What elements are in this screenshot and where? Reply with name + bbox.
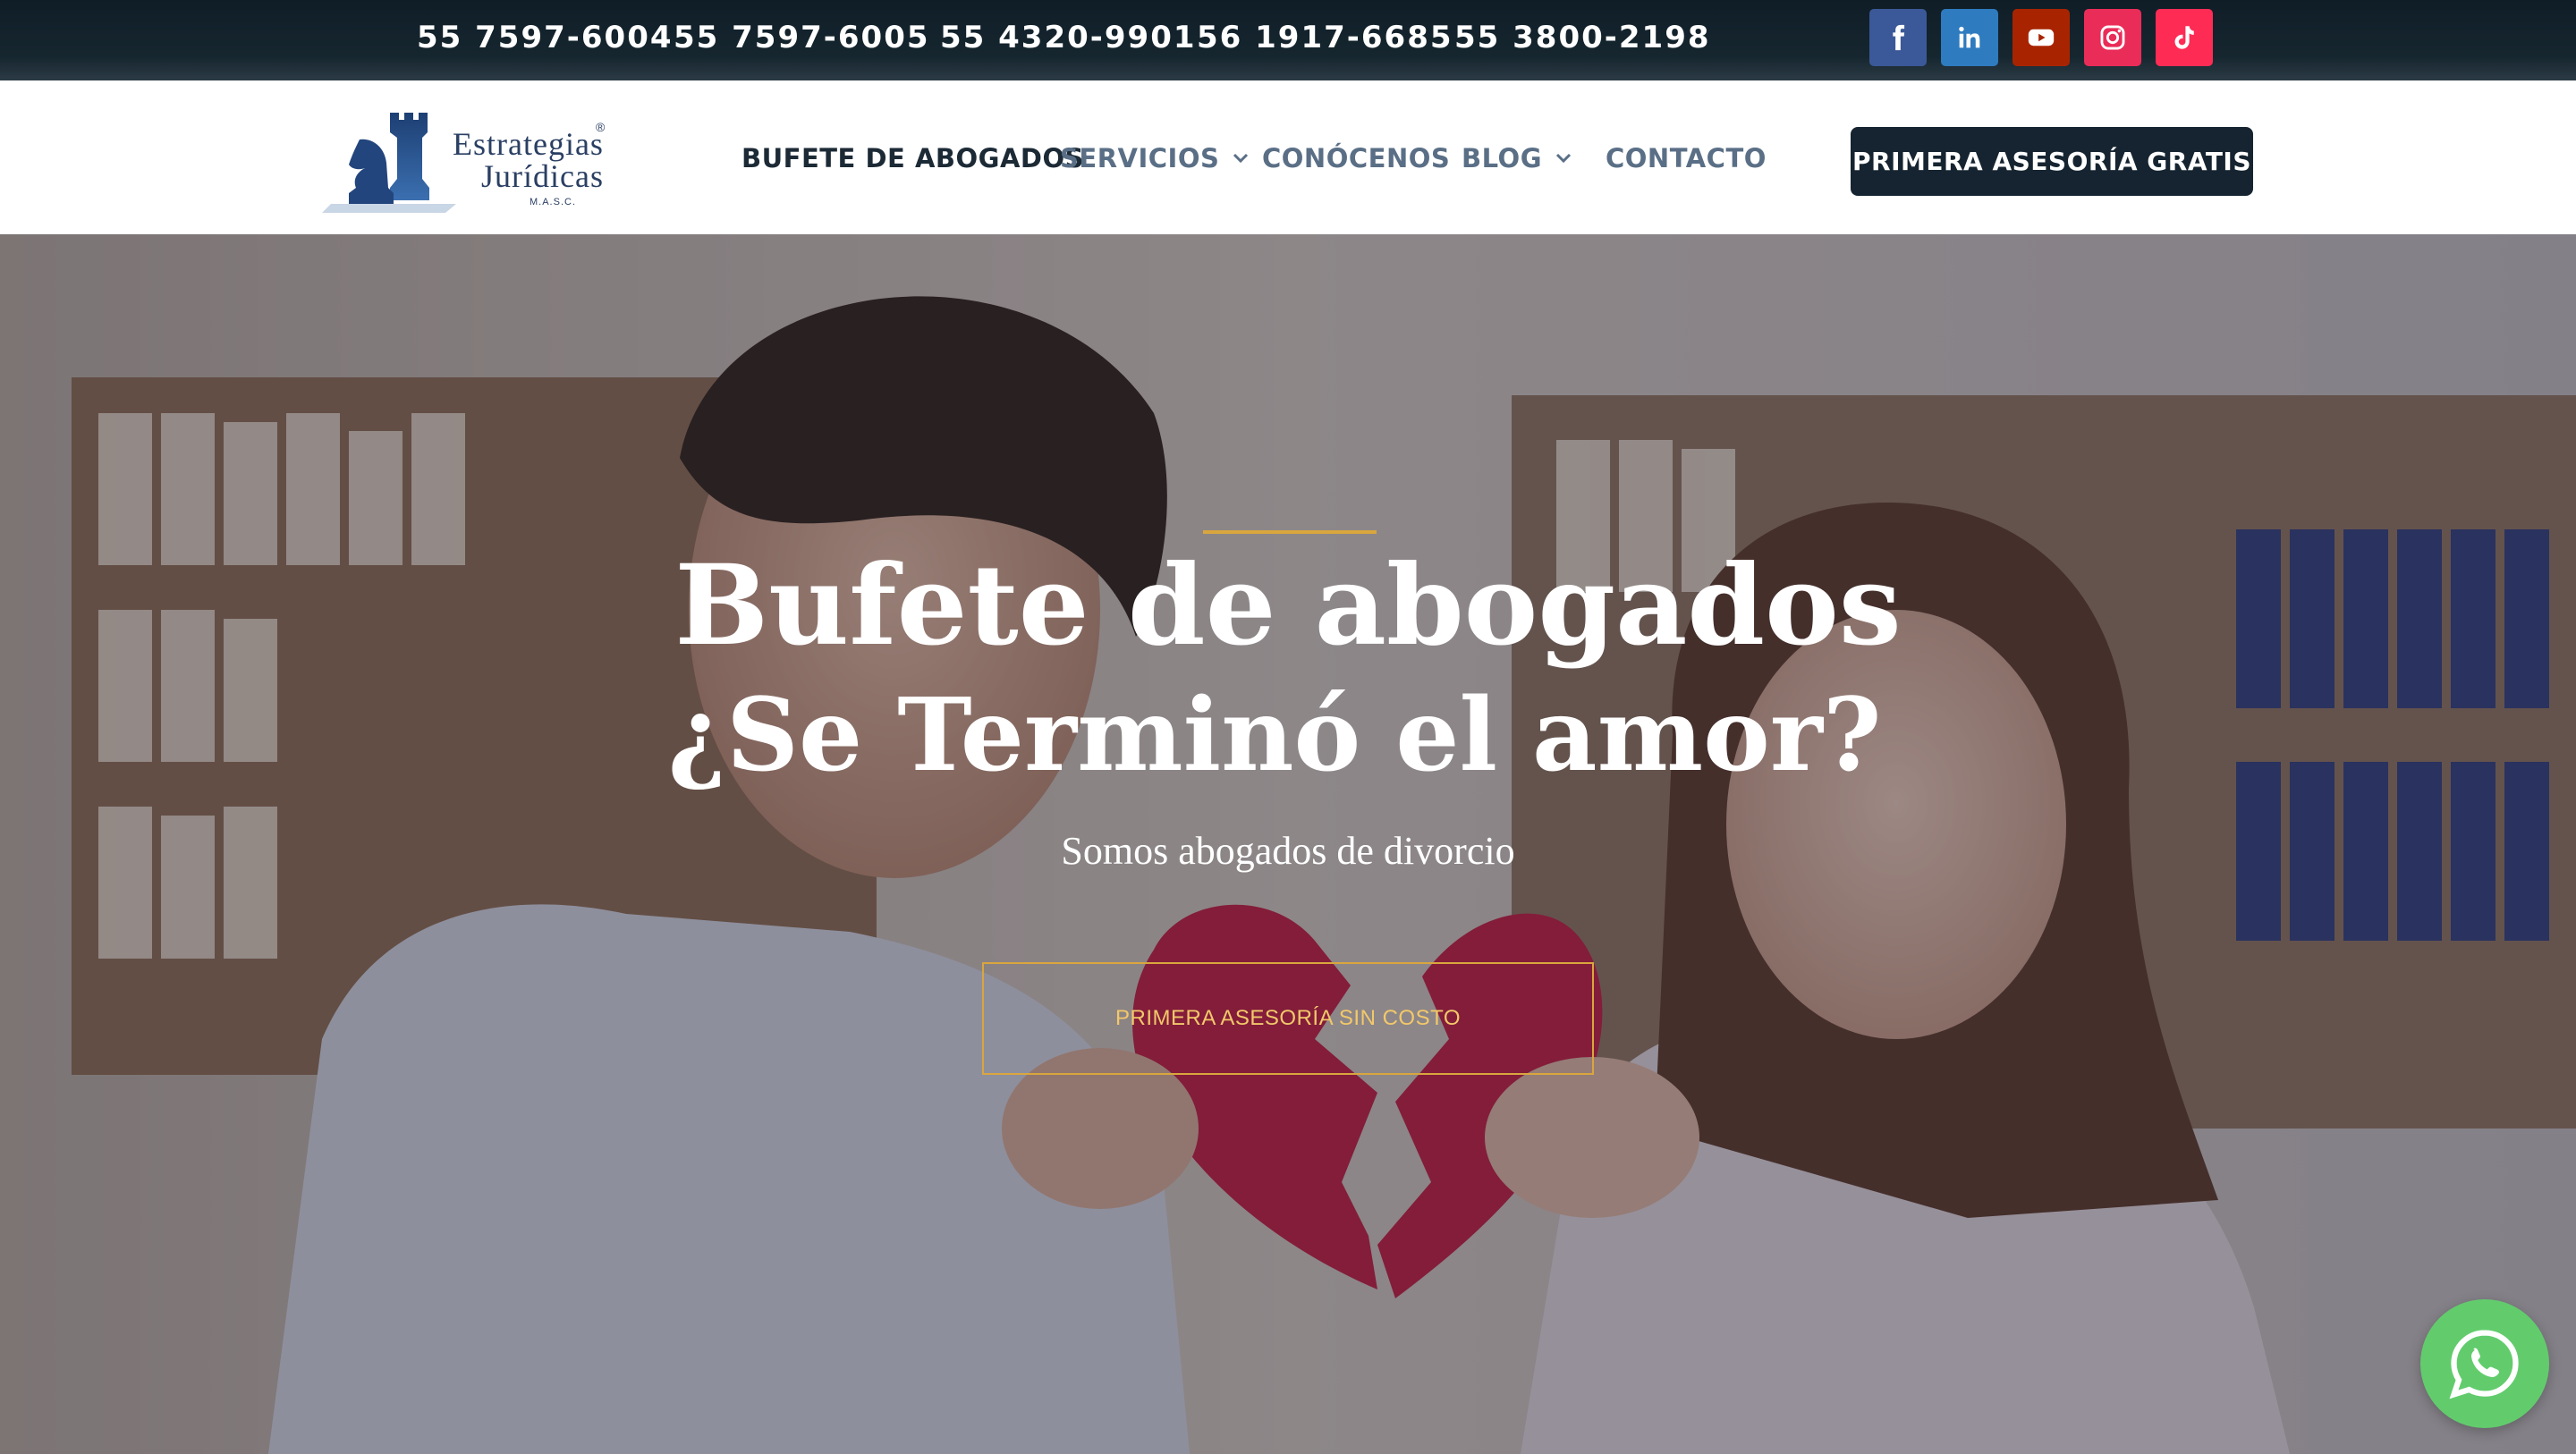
nav-contacto[interactable]: CONTACTO: [1606, 143, 1767, 173]
hero-tagline: Somos abogados de divorcio: [1061, 829, 1515, 873]
site-header: Estrategias ® Jurídicas M.A.S.C. BUFETE …: [0, 80, 2576, 234]
nav-label: BLOG: [1462, 143, 1543, 173]
nav-blog[interactable]: BLOG: [1462, 143, 1572, 173]
social-links: [1869, 9, 2227, 68]
instagram-icon[interactable]: [2084, 9, 2141, 66]
facebook-icon[interactable]: [1869, 9, 1927, 66]
phone-link[interactable]: 55 7597-6005: [674, 20, 930, 55]
phone-link[interactable]: 56 1917-6685: [1197, 20, 1453, 55]
hero-title: Bufete de abogados: [674, 541, 1902, 671]
whatsapp-button[interactable]: [2420, 1299, 2549, 1428]
phone-link[interactable]: 55 7597-6004: [417, 20, 674, 55]
nav-conocenos[interactable]: CONÓCENOS: [1262, 143, 1450, 173]
top-bar: 55 7597-6004 55 7597-6005 55 4320-9901 5…: [0, 0, 2576, 80]
nav-label: CONTACTO: [1606, 143, 1767, 173]
whatsapp-icon: [2449, 1330, 2519, 1399]
phone-link[interactable]: 55 3800-2198: [1454, 20, 1711, 55]
hero-section: Bufete de abogados ¿Se Terminó el amor? …: [0, 234, 2576, 1454]
tiktok-icon[interactable]: [2156, 9, 2213, 66]
phone-link[interactable]: 55 4320-9901: [940, 20, 1197, 55]
hero-subtitle: ¿Se Terminó el amor?: [667, 677, 1882, 794]
hero-accent-rule: [1203, 530, 1377, 534]
nav-label: CONÓCENOS: [1262, 143, 1451, 173]
nav-servicios[interactable]: SERVICIOS: [1060, 143, 1250, 173]
youtube-icon[interactable]: [2012, 9, 2070, 66]
phone-list: 55 7597-6004 55 7597-6005 55 4320-9901 5…: [0, 0, 1789, 80]
nav-bufete[interactable]: BUFETE DE ABOGADOS: [741, 143, 1084, 173]
primera-asesoria-sin-costo-button[interactable]: PRIMERA ASESORÍA SIN COSTO: [982, 962, 1594, 1075]
main-nav: BUFETE DE ABOGADOS SERVICIOS CONÓCENOS B…: [0, 80, 1789, 234]
nav-label: BUFETE DE ABOGADOS: [741, 143, 1084, 173]
chevron-down-icon: [1555, 153, 1572, 164]
nav-label: SERVICIOS: [1060, 143, 1220, 173]
linkedin-icon[interactable]: [1941, 9, 1998, 66]
primera-asesoria-gratis-button[interactable]: PRIMERA ASESORÍA GRATIS: [1851, 127, 2253, 196]
chevron-down-icon: [1233, 153, 1249, 164]
